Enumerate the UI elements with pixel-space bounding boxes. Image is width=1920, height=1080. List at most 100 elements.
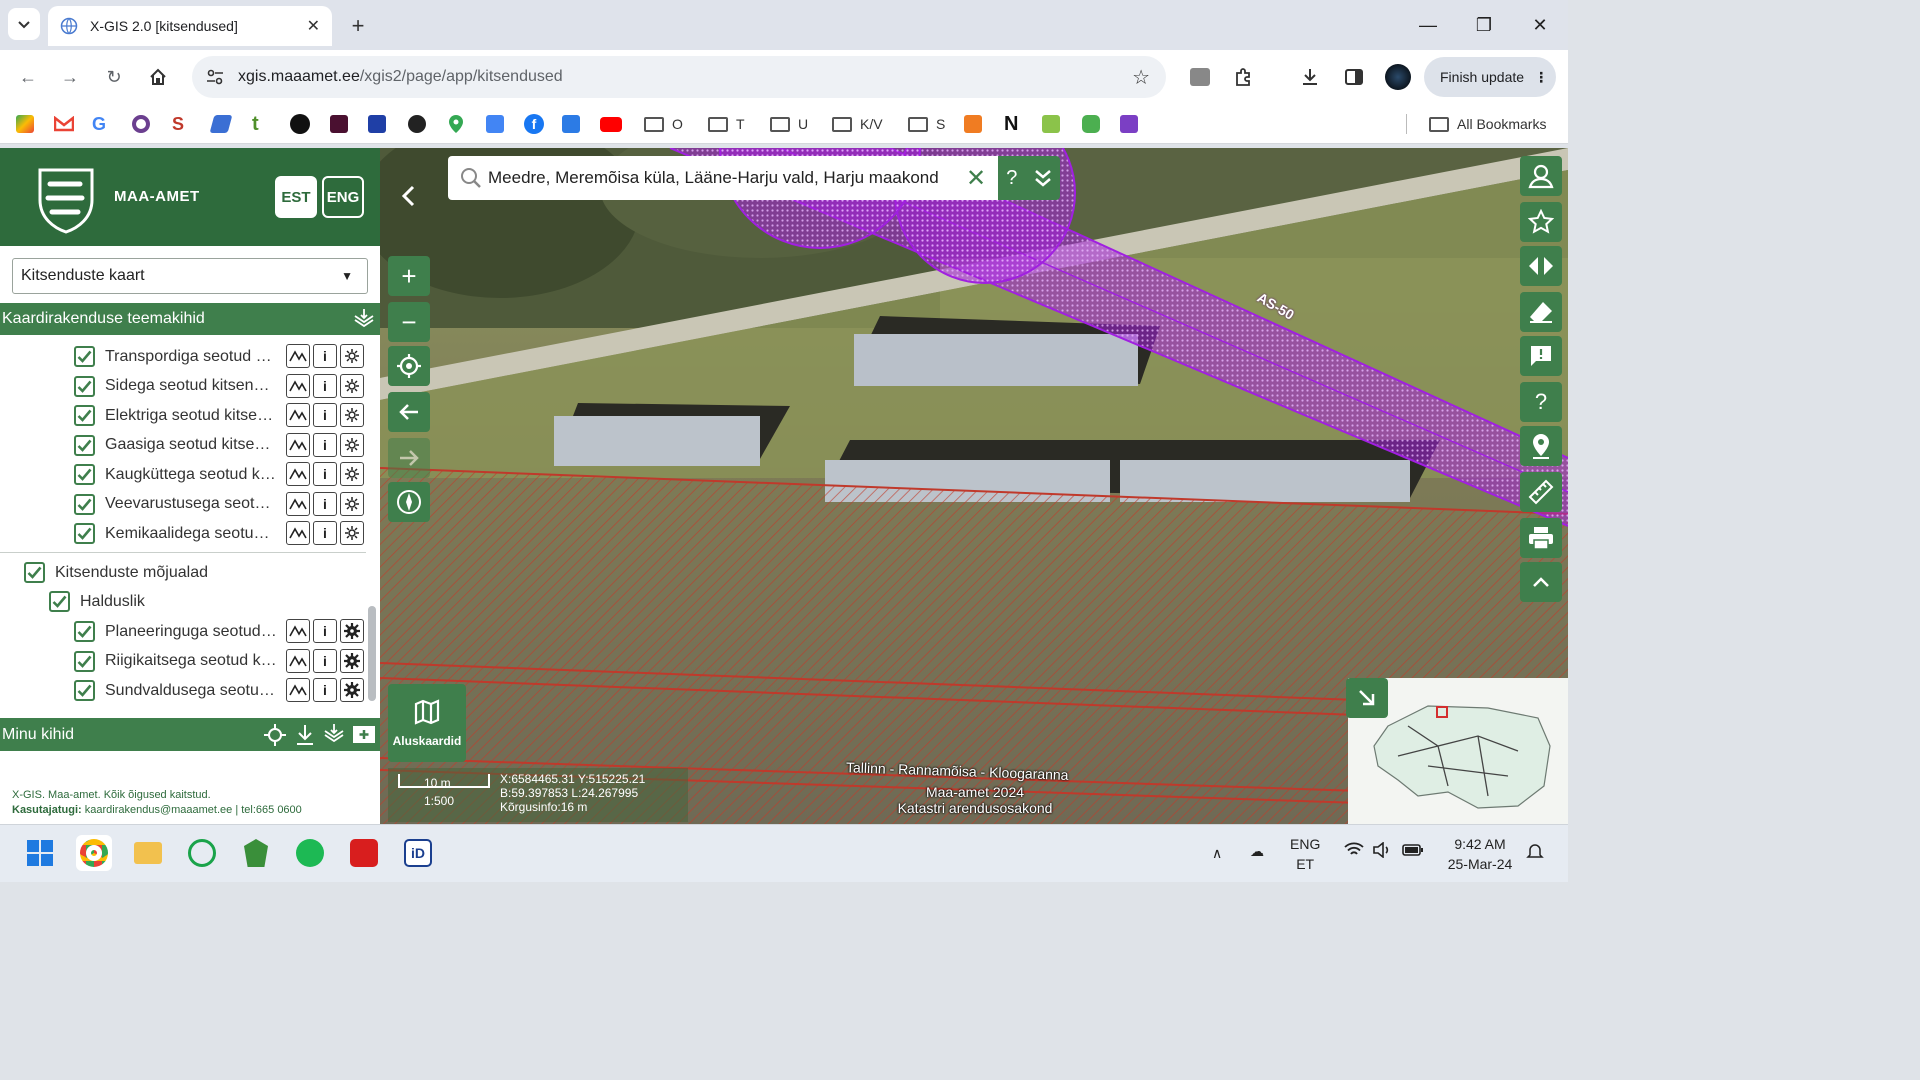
legend-chart-icon[interactable] — [286, 648, 310, 673]
previous-extent-button[interactable] — [388, 392, 430, 432]
bookmark-star-icon[interactable]: ☆ — [1132, 65, 1150, 90]
spotify-icon[interactable] — [292, 835, 328, 871]
layer-checkbox[interactable] — [74, 434, 95, 456]
lang-eng-button[interactable]: ENG — [322, 176, 364, 218]
restore-button[interactable]: ❐ — [1464, 10, 1504, 40]
bookmark-dsm-icon[interactable] — [562, 114, 580, 134]
import-layer-icon[interactable] — [322, 722, 346, 746]
layer-checkbox[interactable] — [74, 375, 95, 397]
bookmark-s-icon[interactable]: S — [172, 114, 184, 134]
notifications-icon[interactable] — [1526, 842, 1544, 860]
search-input[interactable]: Meedre, Meremõisa küla, Lääne-Harju vald… — [488, 168, 939, 188]
settings-gear-icon[interactable] — [340, 403, 364, 427]
extension-icon[interactable] — [1186, 63, 1214, 91]
volume-icon[interactable] — [1372, 842, 1392, 858]
layer-checkbox[interactable] — [74, 346, 95, 367]
compare-button[interactable] — [1520, 246, 1562, 286]
gmail-icon[interactable] — [54, 114, 74, 134]
layer-checkbox[interactable] — [74, 680, 95, 701]
tab-search-button[interactable] — [8, 8, 40, 40]
settings-gear-icon[interactable] — [340, 491, 364, 516]
favorites-button[interactable] — [1520, 202, 1562, 242]
place-marker-button[interactable] — [1520, 426, 1562, 466]
bookmark-folder-kv[interactable]: K/V — [832, 114, 883, 134]
layer-label[interactable]: Sidega seotud kitsendused — [105, 377, 277, 395]
expand-search-icon[interactable] — [1034, 168, 1052, 188]
collapse-minimap-button[interactable] — [1346, 678, 1388, 718]
browser-tab-active[interactable]: X-GIS 2.0 [kitsendused] ✕ — [48, 6, 332, 46]
extensions-puzzle-icon[interactable] — [1230, 63, 1258, 91]
home-button[interactable] — [142, 61, 174, 93]
all-bookmarks-button[interactable]: All Bookmarks — [1406, 114, 1546, 134]
back-button[interactable]: ← — [12, 61, 44, 93]
layer-checkbox[interactable] — [74, 405, 95, 426]
legend-chart-icon[interactable] — [286, 521, 310, 545]
compass-button[interactable] — [388, 482, 430, 522]
settings-gear-icon[interactable] — [340, 344, 364, 368]
layer-label[interactable]: Gaasiga seotud kitsendused — [105, 436, 277, 454]
layer-label[interactable]: Kitsenduste mõjualad — [55, 564, 227, 582]
minimize-button[interactable]: — — [1408, 10, 1448, 40]
lang-est-button[interactable]: EST — [275, 176, 317, 218]
info-icon[interactable]: i — [313, 344, 337, 368]
translate-icon[interactable] — [486, 114, 504, 134]
map-select-dropdown[interactable]: Kitsenduste kaart ▼ — [12, 258, 368, 294]
profile-avatar[interactable] — [1384, 63, 1412, 91]
side-panel-icon[interactable] — [1340, 63, 1368, 91]
close-tab-icon[interactable]: ✕ — [307, 16, 320, 36]
new-tab-button[interactable]: + — [344, 12, 372, 40]
info-icon[interactable]: i — [313, 491, 337, 516]
add-layer-icon[interactable] — [352, 723, 376, 745]
layer-label[interactable]: Kemikaalidega seotud kitsendused — [105, 525, 277, 543]
layer-label[interactable]: Riigikaitsega seotud kitsendused — [105, 652, 277, 670]
basemaps-button[interactable]: Aluskaardid — [388, 684, 466, 762]
bookmark-l-icon[interactable] — [330, 114, 348, 134]
eraser-button[interactable] — [1520, 292, 1562, 332]
legend-chart-icon[interactable] — [286, 403, 310, 427]
settings-gear-icon[interactable] — [340, 619, 364, 643]
layer-label[interactable]: Transpordiga seotud kitsendused — [105, 348, 277, 366]
layer-label[interactable]: Veevarustusega seotud kitsendused — [105, 495, 277, 513]
bookmark-feather-icon[interactable] — [209, 114, 233, 134]
bookmark-globe-icon[interactable] — [408, 114, 426, 134]
locate-layer-icon[interactable] — [262, 723, 288, 747]
bookmark-t-icon[interactable]: t — [252, 113, 259, 135]
layer-list-scrollbar[interactable] — [368, 606, 376, 701]
my-layers-header[interactable]: Minu kihid — [0, 718, 380, 751]
bookmark-folder-u[interactable]: U — [770, 114, 808, 134]
layer-label[interactable]: Kaugküttega seotud kitsendused — [105, 466, 277, 484]
layer-label[interactable]: Halduslik — [80, 593, 252, 611]
settings-gear-icon[interactable] — [340, 373, 364, 398]
info-icon[interactable]: i — [313, 678, 337, 702]
bookmark-sg-icon[interactable] — [1120, 114, 1138, 134]
layer-checkbox[interactable] — [24, 562, 45, 583]
legend-chart-icon[interactable] — [286, 432, 310, 457]
clock[interactable]: 9:42 AM 25-Mar-24 — [1444, 834, 1516, 874]
layer-label[interactable]: Elektriga seotud kitsendused — [105, 407, 277, 425]
digidoc-icon[interactable]: iD — [400, 835, 436, 871]
settings-gear-icon[interactable] — [340, 432, 364, 457]
footer-contact[interactable]: kaardirakendus@maaamet.ee | tel:665 0600 — [82, 804, 302, 816]
reload-button[interactable]: ↻ — [98, 61, 130, 93]
settings-gear-icon[interactable] — [340, 648, 364, 673]
settings-gear-icon[interactable] — [340, 521, 364, 545]
onedrive-icon[interactable]: ☁ — [1250, 841, 1264, 861]
bookmark-circle-icon[interactable] — [132, 114, 150, 134]
legend-chart-icon[interactable] — [286, 491, 310, 516]
address-search[interactable]: Meedre, Meremõisa küla, Lääne-Harju vald… — [448, 156, 998, 200]
google-icon[interactable]: G — [92, 114, 106, 134]
bookmark-grid-icon[interactable] — [964, 114, 982, 134]
user-account-button[interactable] — [1520, 156, 1562, 196]
bookmark-folder-s[interactable]: S — [908, 114, 945, 134]
facebook-icon[interactable]: f — [524, 114, 544, 134]
geolocate-button[interactable] — [388, 346, 430, 386]
info-icon[interactable]: i — [313, 521, 337, 545]
legend-chart-icon[interactable] — [286, 678, 310, 702]
search-help-button[interactable]: ? — [1006, 167, 1017, 190]
eu-flag-icon[interactable] — [368, 114, 386, 134]
finish-update-button[interactable]: Finish update ⋮ — [1424, 57, 1556, 97]
battery-icon[interactable] — [1402, 842, 1424, 858]
settings-gear-icon[interactable] — [340, 678, 364, 702]
info-icon[interactable]: i — [313, 462, 337, 486]
settings-gear-icon[interactable] — [340, 462, 364, 486]
